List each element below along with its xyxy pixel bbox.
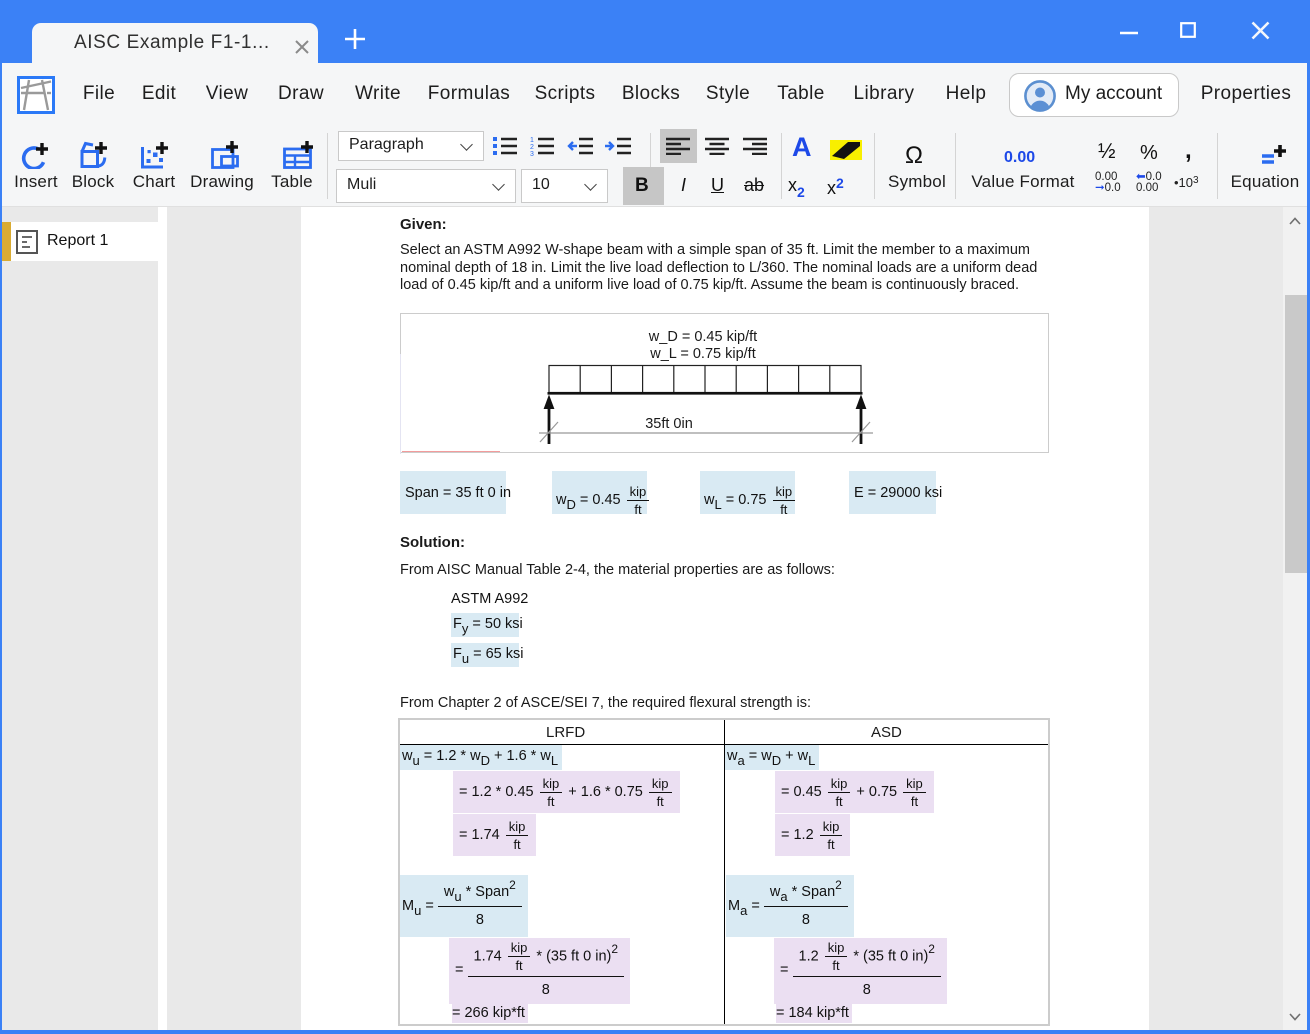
svg-text:w_L = 0.75 kip/ft: w_L = 0.75 kip/ft xyxy=(649,346,755,362)
svg-text:3: 3 xyxy=(530,151,534,156)
svg-text:w_D = 0.45 kip/ft: w_D = 0.45 kip/ft xyxy=(648,329,757,345)
svg-text:35ft 0in: 35ft 0in xyxy=(645,416,693,432)
svg-text:1: 1 xyxy=(530,137,534,144)
svg-text:2: 2 xyxy=(530,144,534,151)
